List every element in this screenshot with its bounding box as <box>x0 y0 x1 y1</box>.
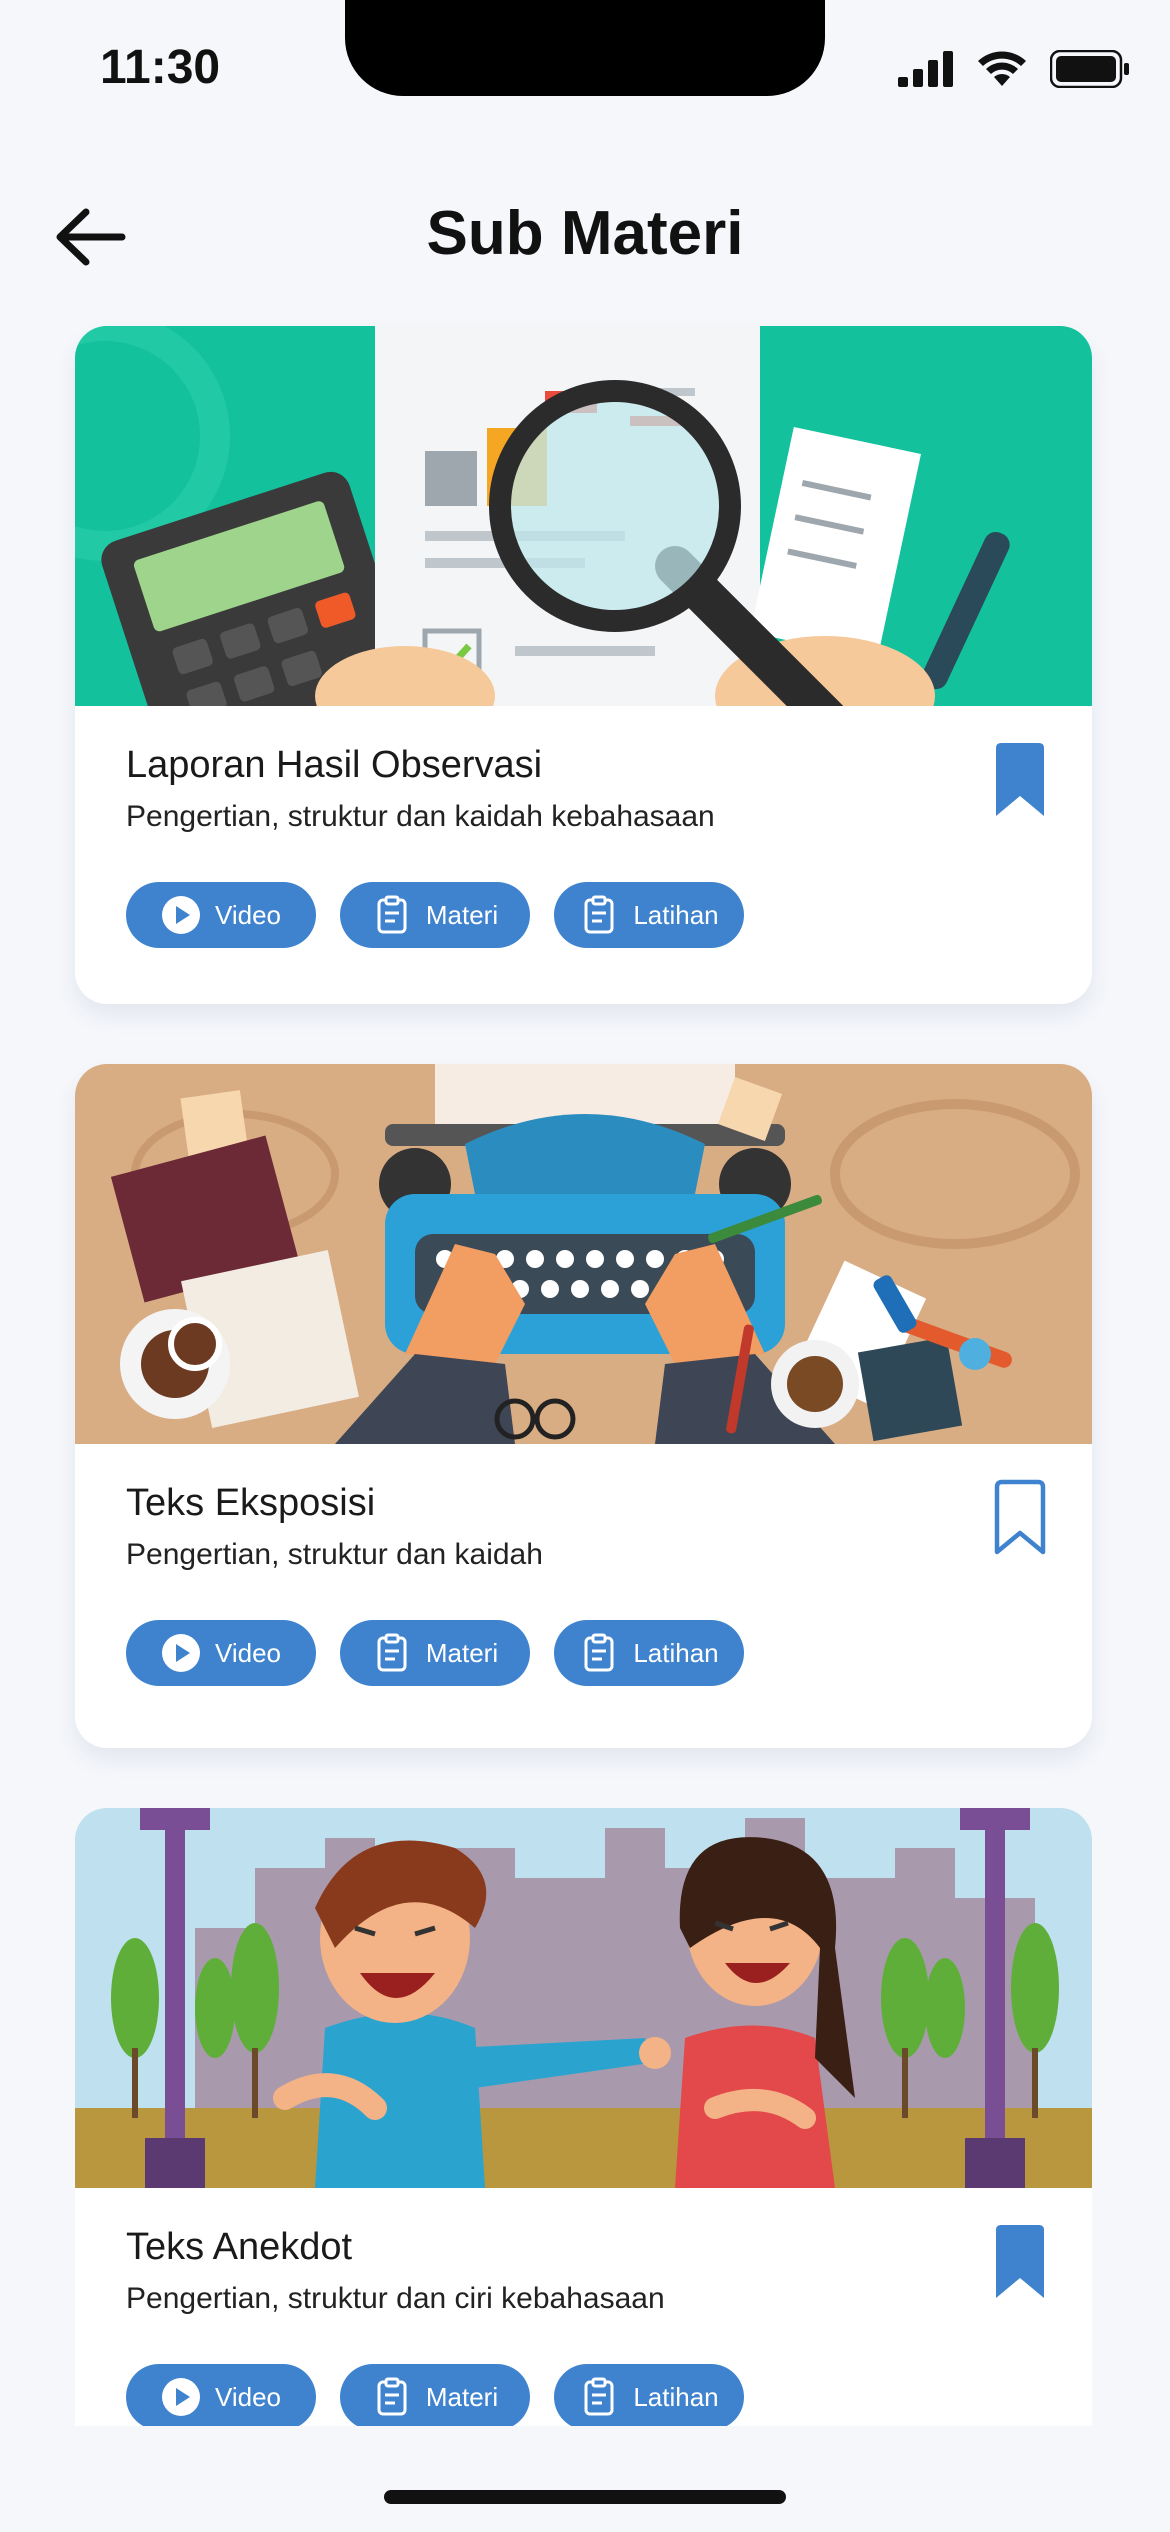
materi-label: Materi <box>425 1637 499 1668</box>
video-label: Video <box>214 1637 282 1668</box>
clipboard-icon <box>372 1633 412 1673</box>
battery-icon <box>1050 50 1129 88</box>
card-title: Teks Anekdot <box>126 2226 353 2268</box>
bottom-area <box>0 2426 1170 2532</box>
bookmark-button[interactable] <box>992 2222 1048 2302</box>
clipboard-icon <box>372 2377 412 2417</box>
status-time: 11:30 <box>100 41 221 94</box>
card-laporan-hasil-observasi[interactable]: Laporan Hasil Observasi Pengertian, stru… <box>75 326 1092 1004</box>
video-button[interactable]: Video <box>126 882 316 948</box>
video-label: Video <box>214 899 282 930</box>
materi-button[interactable]: Materi <box>340 882 530 948</box>
materi-label: Materi <box>425 2381 499 2412</box>
status-icons <box>898 50 1130 88</box>
materi-button[interactable]: Materi <box>340 1620 530 1686</box>
bookmark-button[interactable] <box>992 740 1048 820</box>
latihan-button[interactable]: Latihan <box>554 2364 744 2428</box>
header: Sub Materi <box>0 180 1170 290</box>
card-teks-eksposisi[interactable]: Teks Eksposisi Pengertian, struktur dan … <box>75 1064 1092 1748</box>
card-image-observation <box>75 326 1092 706</box>
bookmark-filled-icon <box>996 743 1044 816</box>
card-image-typewriter <box>75 1064 1092 1444</box>
page-title: Sub Materi <box>426 199 744 268</box>
card-title: Laporan Hasil Observasi <box>126 744 543 786</box>
video-button[interactable]: Video <box>126 2364 316 2428</box>
action-buttons: Video Materi Latihan <box>126 1620 744 1686</box>
clipboard-icon <box>372 895 412 935</box>
play-icon <box>161 2377 201 2417</box>
card-subtitle: Pengertian, struktur dan ciri kebahasaan <box>126 2282 665 2315</box>
latihan-label: Latihan <box>633 1637 719 1668</box>
clipboard-icon <box>579 1633 619 1673</box>
clipboard-icon <box>579 2377 619 2417</box>
card-subtitle: Pengertian, struktur dan kaidah kebahasa… <box>126 800 715 833</box>
latihan-label: Latihan <box>633 2381 719 2412</box>
latihan-button[interactable]: Latihan <box>554 1620 744 1686</box>
video-label: Video <box>214 2381 282 2412</box>
card-teks-anekdot[interactable]: Teks Anekdot Pengertian, struktur dan ci… <box>75 1808 1092 2428</box>
bookmark-filled-icon <box>996 2225 1044 2298</box>
signal-icon <box>898 51 953 87</box>
play-icon <box>161 1633 201 1673</box>
play-icon <box>161 895 201 935</box>
materi-label: Materi <box>425 899 499 930</box>
clipboard-icon <box>579 895 619 935</box>
latihan-button[interactable]: Latihan <box>554 882 744 948</box>
action-buttons: Video Materi Latihan <box>126 882 744 948</box>
device-notch <box>345 0 825 96</box>
home-indicator[interactable] <box>384 2490 786 2504</box>
bookmark-outline-icon <box>994 1479 1046 1555</box>
wifi-icon <box>978 51 1026 86</box>
card-image-anecdote <box>75 1808 1092 2188</box>
status-bar: 11:30 <box>0 0 1170 140</box>
materi-button[interactable]: Materi <box>340 2364 530 2428</box>
action-buttons: Video Materi Latihan <box>126 2364 744 2428</box>
card-subtitle: Pengertian, struktur dan kaidah <box>126 1538 543 1571</box>
card-title: Teks Eksposisi <box>126 1482 376 1524</box>
bookmark-button[interactable] <box>992 1478 1048 1558</box>
card-list: Laporan Hasil Observasi Pengertian, stru… <box>75 326 1092 2488</box>
video-button[interactable]: Video <box>126 1620 316 1686</box>
latihan-label: Latihan <box>633 899 719 930</box>
